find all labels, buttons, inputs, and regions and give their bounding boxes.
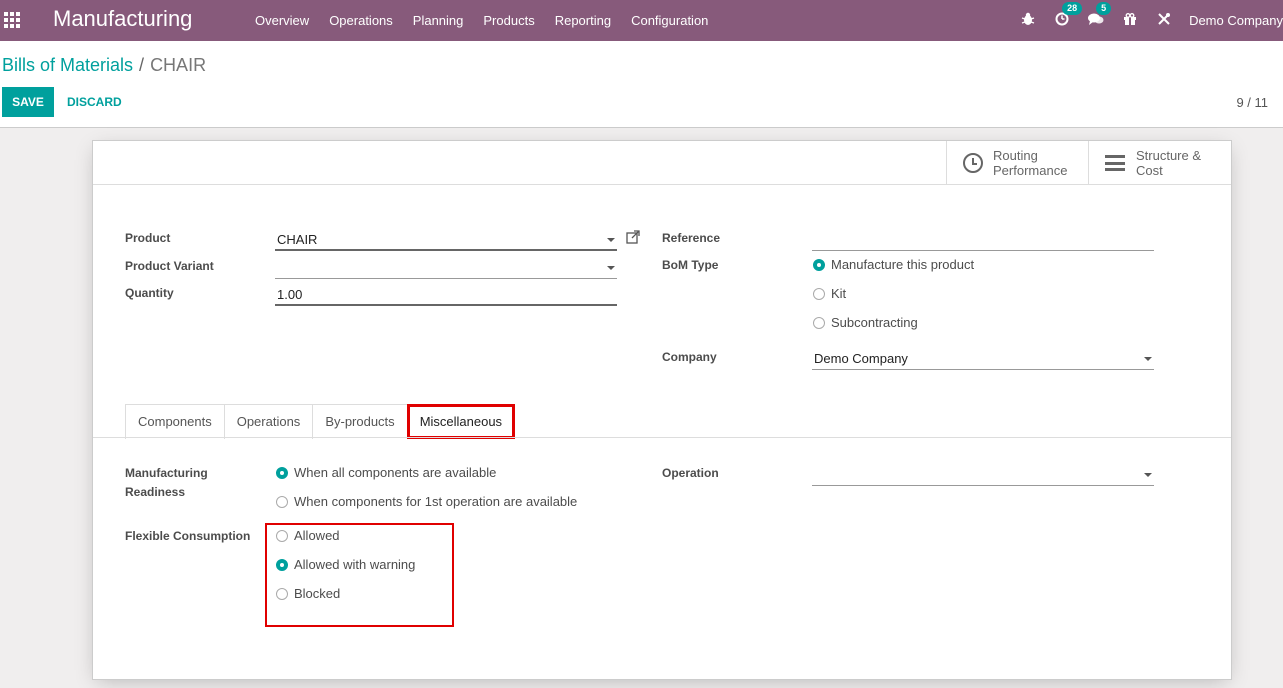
external-link-icon[interactable] bbox=[626, 230, 640, 247]
tabs-divider bbox=[93, 437, 1231, 438]
radio-unchecked-icon bbox=[813, 316, 825, 329]
messages-badge: 5 bbox=[1096, 2, 1112, 15]
tab-operations[interactable]: Operations bbox=[223, 404, 314, 439]
product-variant-field[interactable] bbox=[275, 257, 617, 279]
bom-type-label: BoM Type bbox=[662, 258, 719, 272]
readiness-option-label: When all components are available bbox=[294, 465, 497, 480]
operation-field[interactable] bbox=[812, 464, 1154, 486]
activity-badge: 28 bbox=[1062, 2, 1083, 15]
operation-label: Operation bbox=[662, 466, 719, 480]
structure-cost-button[interactable]: Structure & Cost bbox=[1088, 141, 1231, 185]
tab-miscellaneous[interactable]: Miscellaneous bbox=[406, 404, 516, 439]
tab-components[interactable]: Components bbox=[125, 404, 225, 439]
control-panel: Bills of Materials / CHAIR SAVE DISCARD 9 … bbox=[0, 41, 1283, 128]
menu-products[interactable]: Products bbox=[473, 0, 544, 41]
systray: 28 5 Demo Company bbox=[1011, 0, 1283, 41]
apps-icon[interactable] bbox=[4, 12, 20, 28]
breadcrumb: Bills of Materials / CHAIR bbox=[2, 55, 206, 76]
tools-icon[interactable] bbox=[1156, 12, 1172, 29]
reference-label: Reference bbox=[662, 231, 721, 245]
radio-checked-icon bbox=[813, 258, 825, 271]
readiness-first-operation[interactable]: When components for 1st operation are av… bbox=[276, 494, 577, 509]
quantity-label: Quantity bbox=[125, 286, 174, 300]
readiness-label-line1: Manufacturing bbox=[125, 466, 208, 480]
clock-icon bbox=[963, 153, 983, 173]
bug-icon[interactable] bbox=[1020, 12, 1036, 29]
structure-cost-line2: Cost bbox=[1136, 163, 1163, 178]
menu-overview[interactable]: Overview bbox=[245, 0, 319, 41]
bom-type-option-label: Subcontracting bbox=[831, 315, 918, 330]
radio-checked-icon bbox=[276, 466, 288, 479]
company-value: Demo Company bbox=[814, 351, 908, 366]
routing-performance-line2: Performance bbox=[993, 163, 1068, 178]
bom-type-option-label: Manufacture this product bbox=[831, 257, 975, 272]
main-menu: Overview Operations Planning Products Re… bbox=[245, 0, 718, 41]
bom-type-manufacture[interactable]: Manufacture this product bbox=[813, 257, 974, 272]
breadcrumb-current: CHAIR bbox=[150, 55, 207, 75]
routing-performance-line1: Routing bbox=[993, 148, 1038, 163]
form-sheet: Routing Performance Structure & Cost Pro… bbox=[92, 140, 1232, 680]
menu-planning[interactable]: Planning bbox=[403, 0, 474, 41]
gift-icon[interactable] bbox=[1122, 12, 1138, 29]
pager-value[interactable]: 9 / 11 bbox=[1236, 95, 1268, 110]
company-label: Company bbox=[662, 350, 717, 364]
operation-dropdown-icon[interactable] bbox=[1144, 473, 1152, 477]
product-variant-label: Product Variant bbox=[125, 259, 214, 273]
company-field[interactable]: Demo Company bbox=[812, 348, 1154, 370]
bars-icon bbox=[1105, 155, 1125, 171]
tab-by-products[interactable]: By-products bbox=[312, 404, 408, 439]
save-button[interactable]: SAVE bbox=[2, 87, 54, 117]
top-navbar: Manufacturing Overview Operations Planni… bbox=[0, 0, 1283, 41]
bom-type-option-label: Kit bbox=[831, 286, 847, 301]
product-dropdown-icon[interactable] bbox=[607, 238, 615, 242]
breadcrumb-separator: / bbox=[139, 55, 145, 75]
bom-type-subcontracting[interactable]: Subcontracting bbox=[813, 315, 918, 330]
menu-operations[interactable]: Operations bbox=[319, 0, 403, 41]
reference-field[interactable] bbox=[812, 229, 1154, 251]
menu-configuration[interactable]: Configuration bbox=[621, 0, 718, 41]
chat-icon[interactable]: 5 bbox=[1088, 2, 1112, 29]
radio-unchecked-icon bbox=[813, 287, 825, 300]
smart-button-box: Routing Performance Structure & Cost bbox=[93, 141, 1231, 185]
company-dropdown-icon[interactable] bbox=[1144, 357, 1152, 361]
product-variant-dropdown-icon[interactable] bbox=[607, 266, 615, 270]
manufacturing-readiness-label: Manufacturing Readiness bbox=[125, 464, 208, 502]
menu-reporting[interactable]: Reporting bbox=[545, 0, 621, 41]
breadcrumb-bills-of-materials[interactable]: Bills of Materials bbox=[2, 55, 133, 75]
discard-button[interactable]: DISCARD bbox=[60, 87, 129, 117]
product-value: CHAIR bbox=[277, 232, 318, 247]
structure-cost-line1: Structure & bbox=[1136, 148, 1202, 163]
company-switcher[interactable]: Demo Company bbox=[1189, 13, 1283, 28]
radio-unchecked-icon bbox=[276, 495, 288, 508]
quantity-field[interactable]: 1.00 bbox=[275, 284, 617, 306]
readiness-all-components[interactable]: When all components are available bbox=[276, 465, 496, 480]
readiness-option-label: When components for 1st operation are av… bbox=[294, 494, 578, 509]
readiness-label-line2: Readiness bbox=[125, 485, 186, 499]
product-label: Product bbox=[125, 231, 171, 245]
flexible-consumption-label: Flexible Consumption bbox=[125, 529, 251, 543]
activity-icon[interactable]: 28 bbox=[1054, 2, 1083, 29]
routing-performance-button[interactable]: Routing Performance bbox=[946, 141, 1089, 185]
app-title[interactable]: Manufacturing bbox=[53, 6, 192, 32]
notebook-tabs: Components Operations By-products Miscel… bbox=[125, 404, 516, 439]
product-field[interactable]: CHAIR bbox=[275, 229, 617, 251]
annotation-highlight-box bbox=[265, 523, 454, 627]
bom-type-kit[interactable]: Kit bbox=[813, 286, 846, 301]
quantity-value: 1.00 bbox=[277, 287, 303, 302]
